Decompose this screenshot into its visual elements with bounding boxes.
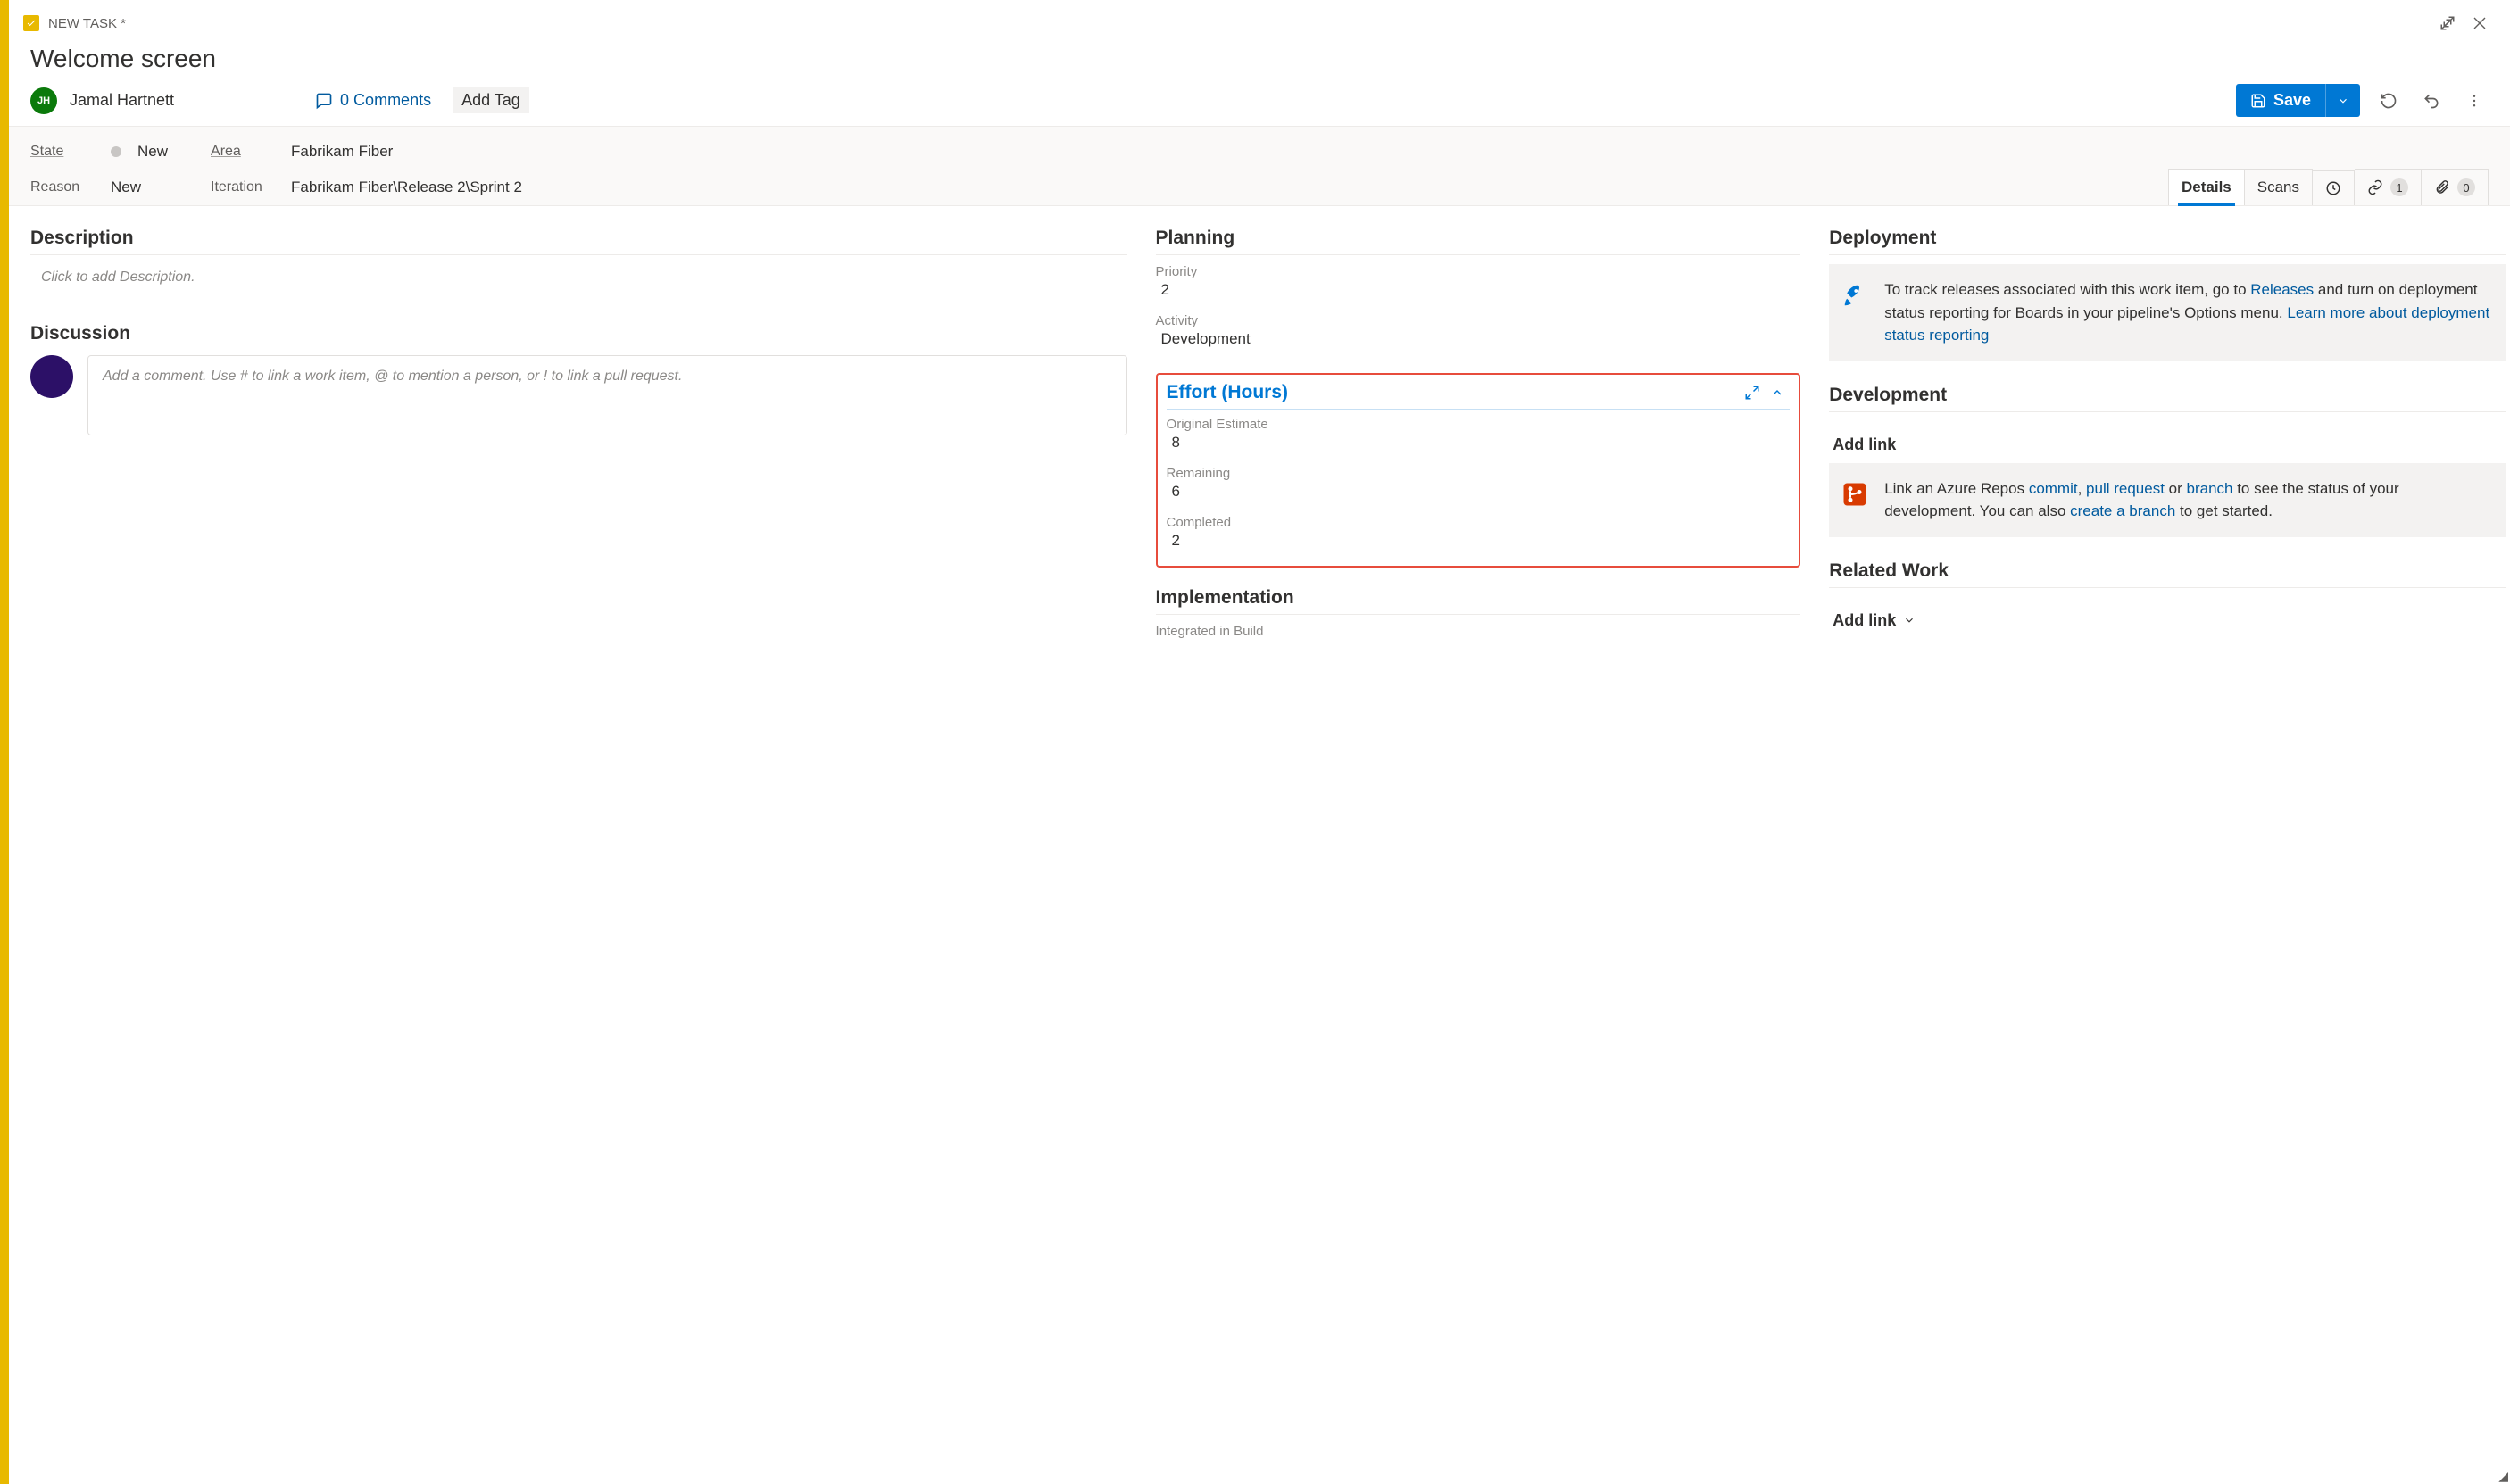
section-description-title: Description [30, 228, 1127, 249]
section-related-work-title: Related Work [1829, 560, 2506, 582]
task-type-icon [23, 15, 39, 31]
deployment-text-pre: To track releases associated with this w… [1884, 281, 2250, 298]
iteration-value[interactable]: Fabrikam Fiber\Release 2\Sprint 2 [291, 178, 522, 196]
work-item-title[interactable]: Welcome screen [30, 45, 2496, 73]
tab-details[interactable]: Details [2168, 169, 2245, 205]
tab-attachments[interactable]: 0 [2422, 169, 2489, 205]
divider [1156, 254, 1801, 255]
link-icon [2367, 179, 2383, 195]
area-value[interactable]: Fabrikam Fiber [291, 143, 393, 161]
activity-value[interactable]: Development [1156, 328, 1801, 355]
development-add-link[interactable]: Add link [1833, 435, 1896, 454]
tab-links[interactable]: 1 [2355, 169, 2422, 205]
reason-label: Reason [30, 179, 111, 195]
tab-scans[interactable]: Scans [2245, 169, 2313, 205]
save-chevron-button[interactable] [2325, 84, 2360, 117]
related-work-add-link[interactable]: Add link [1833, 611, 1916, 630]
section-development-title: Development [1829, 385, 2506, 406]
chevron-down-icon [1903, 614, 1916, 626]
releases-link[interactable]: Releases [2250, 281, 2314, 298]
save-split-button[interactable]: Save [2236, 84, 2360, 117]
resize-handle-icon[interactable]: ◢ [2498, 1469, 2508, 1484]
revert-button[interactable] [2417, 87, 2446, 115]
divider [1829, 587, 2506, 588]
current-user-avatar [30, 355, 73, 398]
add-link-label: Add link [1833, 435, 1896, 454]
refresh-button[interactable] [2374, 87, 2403, 115]
attachment-icon [2434, 179, 2450, 195]
save-button[interactable]: Save [2236, 84, 2325, 117]
tab-history[interactable] [2313, 170, 2355, 205]
chevron-up-icon [1770, 386, 1784, 400]
dev-text-2: , [2078, 480, 2086, 497]
effort-group-highlight: Effort (Hours) Original Estimate 8 Remai… [1156, 373, 1801, 568]
comments-count-text: 0 Comments [340, 91, 431, 110]
reason-value[interactable]: New [111, 178, 141, 196]
maximize-icon[interactable] [2431, 7, 2464, 39]
remaining-value[interactable]: 6 [1167, 481, 1791, 508]
assignee-avatar[interactable]: JH [30, 87, 57, 114]
section-deployment-title: Deployment [1829, 228, 2506, 249]
completed-label: Completed [1167, 515, 1791, 530]
activity-label: Activity [1156, 313, 1801, 328]
dev-text-3: or [2165, 480, 2187, 497]
area-label: Area [211, 144, 291, 160]
remaining-label: Remaining [1167, 466, 1791, 481]
dev-text-5: to get started. [2175, 502, 2273, 519]
priority-value[interactable]: 2 [1156, 279, 1801, 306]
section-discussion-title: Discussion [30, 323, 1127, 344]
divider [30, 254, 1127, 255]
deployment-callout: To track releases associated with this w… [1829, 264, 2506, 361]
state-dot-icon [111, 146, 121, 157]
branch-icon [1841, 477, 1872, 523]
close-icon[interactable] [2464, 7, 2496, 39]
comments-link[interactable]: 0 Comments [315, 91, 431, 110]
section-planning-title: Planning [1156, 228, 1801, 249]
section-implementation-title: Implementation [1156, 587, 1801, 609]
divider [1829, 254, 2506, 255]
history-icon [2325, 180, 2341, 196]
attachments-count-badge: 0 [2457, 178, 2475, 196]
commit-link[interactable]: commit [2029, 480, 2078, 497]
rocket-icon [1841, 278, 1872, 347]
pull-request-link[interactable]: pull request [2086, 480, 2165, 497]
discussion-input[interactable]: Add a comment. Use # to link a work item… [87, 355, 1127, 435]
integrated-in-build-label: Integrated in Build [1156, 624, 1801, 639]
completed-value[interactable]: 2 [1167, 530, 1791, 557]
work-item-type-label: NEW TASK * [48, 16, 126, 31]
expand-icon [1744, 385, 1760, 401]
work-item-accent-bar [0, 0, 9, 1484]
priority-label: Priority [1156, 264, 1801, 279]
original-estimate-label: Original Estimate [1167, 417, 1791, 432]
effort-expand-button[interactable] [1740, 385, 1765, 401]
chevron-down-icon [2337, 95, 2349, 107]
assignee-name[interactable]: Jamal Hartnett [70, 91, 174, 110]
branch-link[interactable]: branch [2187, 480, 2233, 497]
description-input[interactable]: Click to add Description. [30, 264, 1127, 291]
create-branch-link[interactable]: create a branch [2070, 502, 2175, 519]
undo-icon [2423, 92, 2440, 110]
save-button-label: Save [2273, 91, 2311, 110]
development-callout: Link an Azure Repos commit, pull request… [1829, 463, 2506, 537]
state-label: State [30, 144, 111, 160]
comment-icon [315, 92, 333, 110]
more-vertical-icon [2466, 93, 2482, 109]
effort-collapse-button[interactable] [1765, 386, 1790, 400]
divider [1829, 411, 2506, 412]
iteration-label: Iteration [211, 179, 291, 195]
state-value[interactable]: New [137, 143, 168, 161]
more-actions-button[interactable] [2460, 87, 2489, 115]
save-icon [2250, 93, 2266, 109]
effort-title: Effort (Hours) [1167, 382, 1288, 403]
add-tag-button[interactable]: Add Tag [453, 87, 529, 113]
refresh-icon [2380, 92, 2398, 110]
original-estimate-value[interactable]: 8 [1167, 432, 1791, 459]
dev-text-1: Link an Azure Repos [1884, 480, 2029, 497]
links-count-badge: 1 [2390, 178, 2408, 196]
add-link-label: Add link [1833, 611, 1896, 630]
divider [1156, 614, 1801, 615]
